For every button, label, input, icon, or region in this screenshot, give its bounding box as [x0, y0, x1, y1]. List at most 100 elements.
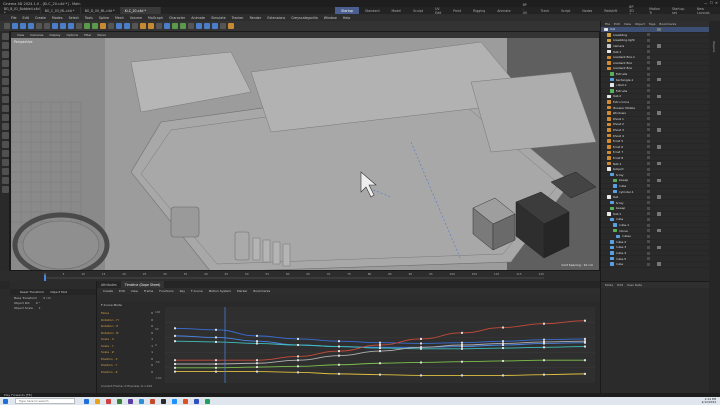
- track-property-row[interactable]: Object Scale 1: [10, 305, 96, 310]
- palette-tool-icon[interactable]: [1, 69, 9, 76]
- keyframe-point[interactable]: [379, 362, 381, 365]
- object-tag-icon[interactable]: [657, 94, 661, 99]
- object-tag-icon[interactable]: [657, 212, 661, 216]
- visibility-toggle[interactable]: [647, 217, 650, 221]
- visibility-toggle[interactable]: [647, 262, 650, 266]
- taskbar-app-icon[interactable]: [194, 398, 199, 404]
- keyframe-point[interactable]: [174, 370, 176, 373]
- window-controls[interactable]: — ☐ ✕: [704, 1, 718, 5]
- keyframe-point[interactable]: [543, 322, 545, 325]
- keyframe-point[interactable]: [338, 372, 340, 375]
- toolbar-tool-icon[interactable]: [188, 23, 194, 29]
- document-tab[interactable]: BG_C_03_ML.c4d *: [41, 7, 81, 14]
- layout-tab[interactable]: Standard: [359, 7, 386, 14]
- graph-menu-item[interactable]: Key: [177, 289, 188, 293]
- object-tag-icon[interactable]: [657, 262, 661, 266]
- visibility-toggle[interactable]: [647, 50, 650, 54]
- object-tag-icon[interactable]: [657, 161, 661, 166]
- menu-item[interactable]: Window: [321, 16, 340, 20]
- tab-timeline[interactable]: Timeline (Dope Sheet): [120, 281, 165, 288]
- toolbar-tool-icon[interactable]: [108, 23, 114, 29]
- keyframe-point[interactable]: [215, 336, 217, 339]
- toolbar-tool-icon[interactable]: [84, 23, 90, 29]
- side-tab-objects[interactable]: Objects: [712, 41, 716, 52]
- palette-tool-icon[interactable]: [1, 141, 9, 148]
- attribute-menu-item[interactable]: Mode: [603, 283, 615, 287]
- visibility-toggle[interactable]: [647, 201, 650, 205]
- toolbar-tool-icon[interactable]: [44, 23, 50, 29]
- keyframe-point[interactable]: [584, 372, 586, 375]
- visibility-toggle[interactable]: [647, 83, 650, 87]
- toolbar-tool-icon[interactable]: [20, 23, 26, 29]
- taskbar-app-icon[interactable]: [106, 398, 111, 404]
- keyframe-point[interactable]: [461, 331, 463, 334]
- object-tag-icon[interactable]: [657, 245, 661, 250]
- keyframe-point[interactable]: [297, 344, 299, 346]
- document-tab[interactable]: BG_D_00_ML.c4d *: [81, 7, 121, 14]
- object-tag-icon[interactable]: [657, 178, 661, 183]
- object-menu-item[interactable]: View: [622, 22, 633, 26]
- taskbar-clock[interactable]: 2:14 PM 2/12/2024: [702, 397, 716, 404]
- visibility-toggle[interactable]: [647, 195, 650, 199]
- palette-tool-icon[interactable]: [1, 114, 9, 121]
- graph-menu-item[interactable]: Functions: [156, 289, 176, 293]
- keyframe-point[interactable]: [256, 362, 258, 365]
- object-menu-item[interactable]: File: [603, 22, 612, 26]
- keyframe-point[interactable]: [174, 359, 176, 362]
- toolbar-tool-icon[interactable]: [204, 23, 210, 29]
- taskbar-app-icon[interactable]: [183, 398, 188, 404]
- keyframe-point[interactable]: [379, 341, 381, 344]
- object-tag-icon[interactable]: [657, 27, 661, 32]
- keyframe-point[interactable]: [502, 326, 504, 329]
- keyframe-point[interactable]: [215, 359, 217, 362]
- toolbar-tool-icon[interactable]: [148, 23, 154, 29]
- visibility-toggle[interactable]: [647, 94, 650, 98]
- visibility-toggle[interactable]: [647, 212, 650, 216]
- layout-tab[interactable]: Nodes: [576, 7, 598, 14]
- visibility-toggle[interactable]: [647, 190, 650, 194]
- layout-tab[interactable]: BP - UV Edit: [517, 3, 535, 19]
- toolbar-tool-icon[interactable]: [116, 23, 122, 29]
- taskbar-app-icon[interactable]: [150, 398, 155, 404]
- keyframe-point[interactable]: [420, 342, 422, 345]
- menu-item[interactable]: Extensions: [264, 16, 288, 20]
- keyframe-point[interactable]: [338, 350, 340, 353]
- palette-tool-icon[interactable]: [1, 60, 9, 67]
- fcurve-canvas[interactable]: [165, 307, 595, 383]
- keyframe-point[interactable]: [297, 355, 299, 358]
- visibility-toggle[interactable]: [647, 61, 650, 65]
- toolbar-tool-icon[interactable]: [76, 23, 82, 29]
- keyframe-point[interactable]: [461, 341, 463, 344]
- visibility-toggle[interactable]: [647, 234, 650, 238]
- palette-tool-icon[interactable]: [1, 186, 9, 193]
- object-tag-icon[interactable]: [657, 61, 661, 65]
- keyframe-point[interactable]: [502, 340, 504, 343]
- keyframe-point[interactable]: [174, 334, 176, 337]
- visibility-toggle[interactable]: [647, 257, 650, 261]
- toolbar-tool-icon[interactable]: [164, 23, 170, 29]
- keyframe-point[interactable]: [584, 337, 586, 340]
- layout-tab[interactable]: Script: [555, 7, 576, 14]
- menu-item[interactable]: Spline: [96, 16, 112, 20]
- visibility-toggle[interactable]: [647, 134, 650, 138]
- new-layouts-button[interactable]: New Layouts: [691, 7, 720, 15]
- object-mode-header[interactable]: Object Mod: [50, 290, 67, 294]
- object-menu-item[interactable]: Edit: [612, 22, 622, 26]
- toolbar-tool-icon[interactable]: [12, 23, 18, 29]
- object-tag-icon[interactable]: [657, 195, 661, 199]
- tab-attributes[interactable]: Attributes: [97, 281, 121, 288]
- toolbar-tool-icon[interactable]: [36, 23, 42, 29]
- graph-menu-item[interactable]: F-Curve: [188, 289, 206, 293]
- visibility-toggle[interactable]: [647, 173, 650, 177]
- viewport-menu-item[interactable]: Options: [64, 33, 82, 37]
- document-tab[interactable]: BG_B_01_Bubble4.c4d *: [0, 7, 41, 15]
- toolbar-tool-icon[interactable]: [28, 23, 34, 29]
- keyframe-point[interactable]: [215, 363, 217, 365]
- timeline-ruler[interactable]: 0 5 10 15 20 25 30 35 40 45 50 55 60 65 70 75 80 85 90 95 10…: [0, 271, 600, 281]
- palette-tool-icon[interactable]: [1, 168, 9, 175]
- attribute-menu-item[interactable]: Edit: [615, 283, 625, 287]
- menu-item[interactable]: Create: [32, 16, 49, 20]
- layout-tab[interactable]: UV Edit: [429, 7, 447, 15]
- viewport-menu-item[interactable]: Filter: [81, 33, 94, 37]
- keyframe-point[interactable]: [502, 347, 504, 350]
